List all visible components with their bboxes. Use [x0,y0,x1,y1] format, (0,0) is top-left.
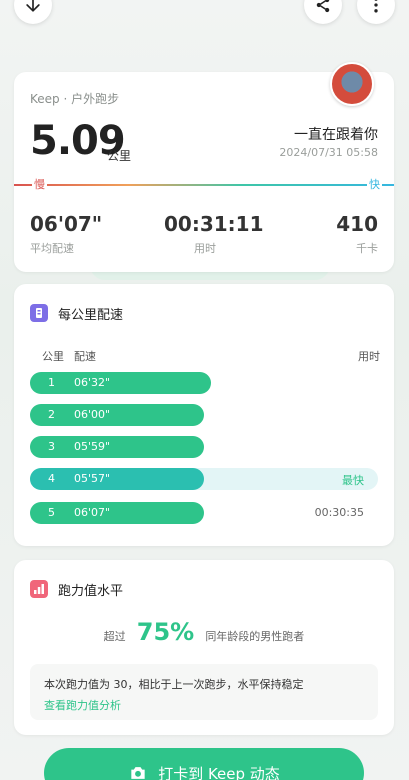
split-pace-bar [30,404,204,426]
split-km: 2 [48,408,55,421]
split-km: 1 [48,376,55,389]
distance-unit: 公里 [107,149,132,163]
run-datetime: 2024/07/31 05:58 [279,146,378,159]
percentile-line: 超过 75% 同年龄段的男性跑者 [14,618,394,646]
duration-label: 用时 [194,242,216,255]
pace-icon [30,304,48,322]
col-head-km: 公里 [42,350,64,363]
split-row: 4 05'57" 最快 [30,468,378,490]
split-km: 3 [48,440,55,453]
camera-icon [131,767,145,779]
percentile-suffix: 同年龄段的男性跑者 [205,630,305,643]
split-pace: 05'59" [74,440,111,453]
share-icon [316,0,330,13]
split-pace-bar [30,436,204,458]
arrow-down-icon [26,0,40,12]
split-km: 5 [48,506,55,519]
slow-label: 慢 [32,176,47,192]
percentile-prefix: 超过 [103,630,126,643]
duration-value: 00:31:11 [164,212,264,236]
more-vertical-icon [374,0,378,13]
split-row: 2 06'00" [30,404,378,426]
calories-label: 千卡 [356,242,378,255]
split-time: 00:30:35 [314,506,364,519]
split-pace: 06'00" [74,408,111,421]
split-row: 3 05'59" [30,436,378,458]
avg-pace-value: 06'07" [30,212,103,236]
col-head-time: 用时 [358,350,380,363]
split-pace-bar [30,372,211,394]
splits-card: 每公里配速 公里 配速 用时 1 06'32" 2 06'00" 3 05'59" 4 05'… [14,284,394,546]
split-row: 5 06'07" 00:30:35 [30,502,378,524]
split-km: 4 [48,472,55,485]
checkin-button[interactable]: 打卡到 Keep 动态 [44,748,364,780]
level-analysis-link[interactable]: 查看跑力值分析 [44,697,121,713]
speed-gradient-bar [14,184,394,186]
level-title: 跑力值水平 [58,584,124,599]
level-note-box: 本次跑力值为 30，相比于上一次跑步，水平保持稳定 查看跑力值分析 [30,664,378,720]
splits-title: 每公里配速 [58,308,124,323]
split-pace: 06'32" [74,376,111,389]
bar-chart-icon [30,580,48,598]
split-pace: 06'07" [74,506,111,519]
run-title: 一直在跟着你 [294,127,378,143]
activity-label: Keep · 户外跑步 [30,92,120,106]
running-level-card: 跑力值水平 超过 75% 同年龄段的男性跑者 本次跑力值为 30，相比于上一次跑… [14,560,394,735]
level-note: 本次跑力值为 30，相比于上一次跑步，水平保持稳定 [44,678,304,691]
col-head-pace: 配速 [74,350,96,363]
checkin-label: 打卡到 Keep 动态 [158,764,280,780]
avatar[interactable] [330,62,374,106]
split-pace-bar [30,468,204,490]
fastest-badge: 最快 [342,474,364,487]
fast-label: 快 [367,176,382,192]
calories-value: 410 [336,212,378,236]
split-pace-bar [30,502,204,524]
avg-pace-label: 平均配速 [30,242,74,255]
split-pace: 05'57" [74,472,111,485]
split-row: 1 06'32" [30,372,378,394]
summary-card: Keep · 户外跑步 5.09 公里 一直在跟着你 2024/07/31 05… [14,62,394,272]
percentile-value: 75% [136,618,195,646]
